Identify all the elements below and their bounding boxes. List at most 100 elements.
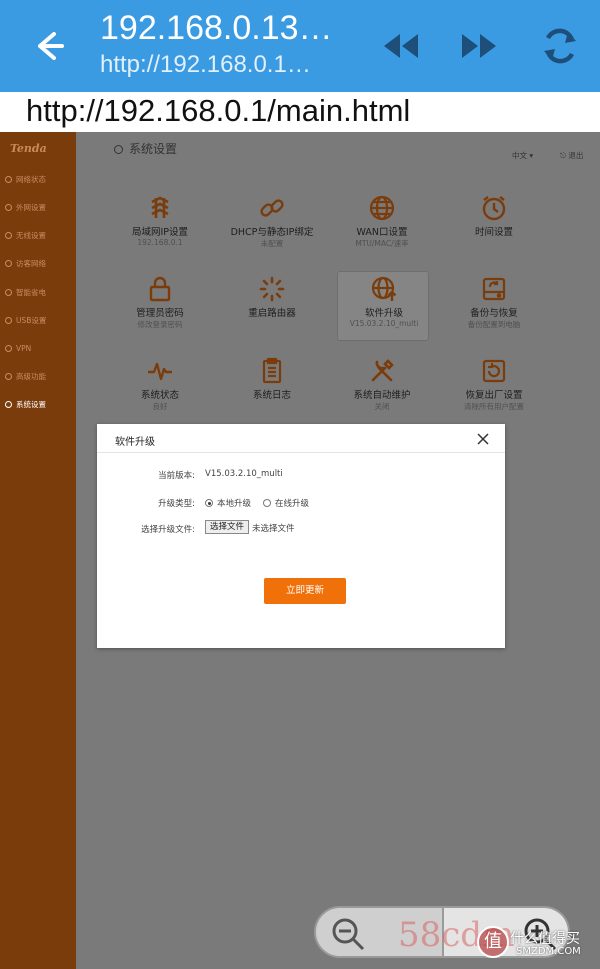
radio-online-upgrade[interactable]: 在线升级 <box>263 497 309 509</box>
factory-reset-icon <box>482 359 506 383</box>
backup-icon <box>482 277 506 301</box>
sidebar-item-label: VPN <box>16 344 32 353</box>
dialog-divider <box>97 452 505 453</box>
sidebar-item-system[interactable]: 系统设置 <box>5 396 75 414</box>
logout-link[interactable]: ⎋ 退出 <box>560 150 583 161</box>
tools-icon <box>371 359 394 382</box>
sidebar-item-label: 系统设置 <box>16 400 46 409</box>
arrow-left-icon[interactable] <box>28 26 68 66</box>
sidebar-item-label: 高级功能 <box>16 372 46 381</box>
tile-factory-reset[interactable]: 恢复出厂设置 清除所有用户配置 <box>444 357 544 429</box>
sidebar-item-label: 访客网络 <box>16 259 46 268</box>
network-ip-icon <box>151 196 169 218</box>
browser-toolbar: 192.168.0.13… http://192.168.0.1… <box>0 0 600 92</box>
tile-sublabel: MTU/MAC/速率 <box>355 239 409 248</box>
tile-label: 备份与恢复 <box>470 308 518 319</box>
tile-label: 系统自动维护 <box>353 390 411 401</box>
radio-checked-icon <box>205 499 213 507</box>
tile-reboot[interactable]: 重启路由器 <box>222 275 322 347</box>
tile-time[interactable]: 时间设置 <box>444 194 544 266</box>
sidebar-item-label: USB设置 <box>16 316 47 325</box>
wifi-icon <box>5 232 12 239</box>
tile-lan-ip[interactable]: 局域网IP设置 192.168.0.1 <box>110 194 210 266</box>
tile-sublabel: 良好 <box>152 402 168 411</box>
reboot-icon <box>259 276 285 302</box>
tile-label: 系统日志 <box>252 390 291 401</box>
wrench-icon <box>5 373 12 380</box>
link-icon <box>260 199 284 217</box>
tile-sublabel: V15.03.2.10_multi <box>349 319 419 328</box>
guest-icon <box>5 260 12 267</box>
watermark-smzdm: 什么值得买 <box>510 931 580 947</box>
clock-icon <box>482 196 506 221</box>
url-bar[interactable]: http://192.168.0.1/main.html <box>0 92 600 132</box>
close-icon[interactable] <box>475 431 491 447</box>
sidebar-item-label: 网络状态 <box>16 175 46 184</box>
sidebar-item-advanced[interactable]: 高级功能 <box>5 368 75 386</box>
tile-label: 软件升级 <box>364 308 403 319</box>
sidebar-item-guest[interactable]: 访客网络 <box>5 255 75 273</box>
upgrade-type-label: 升级类型: <box>158 499 195 509</box>
sidebar-item-label: 智能省电 <box>16 288 46 297</box>
watermark-smzdm-url: SMZDM.COM <box>516 946 581 957</box>
dialog-title: 软件升级 <box>115 437 155 448</box>
radio-label: 本地升级 <box>217 499 252 509</box>
tile-dhcp[interactable]: DHCP与静态IP绑定 未配置 <box>222 194 322 266</box>
tile-sublabel: 清除所有用户配置 <box>464 402 524 411</box>
content-header: 系统设置 <box>114 140 177 157</box>
radio-label: 在线升级 <box>275 499 310 509</box>
chevron-down-icon: ▾ <box>529 151 534 160</box>
sidebar-item-network-status[interactable]: 网络状态 <box>5 171 75 189</box>
zoom-out-icon <box>332 918 365 951</box>
log-icon <box>262 357 282 384</box>
tile-label: 恢复出厂设置 <box>465 390 523 401</box>
refresh-icon[interactable] <box>538 24 582 68</box>
sidebar: Tenda 网络状态 外网设置 无线设置 访客网络 智能省电 USB设置 VPN… <box>0 132 76 969</box>
sidebar-item-wan[interactable]: 外网设置 <box>5 199 75 217</box>
sidebar-item-label: 无线设置 <box>16 231 46 240</box>
sidebar-item-usb[interactable]: USB设置 <box>5 312 75 330</box>
tile-auto-maintenance[interactable]: 系统自动维护 关闭 <box>332 357 432 429</box>
tile-sublabel: 192.168.0.1 <box>137 238 183 247</box>
tile-backup-restore[interactable]: 备份与恢复 备份配置到电脑 <box>444 275 544 347</box>
fast-forward-icon[interactable] <box>458 28 500 64</box>
upgrade-icon <box>371 276 397 301</box>
gear-icon <box>114 145 123 154</box>
firmware-upgrade-dialog: 软件升级 当前版本: V15.03.2.10_multi 升级类型: 本地升级 … <box>97 424 505 648</box>
file-select-label: 选择升级文件: <box>141 525 195 535</box>
current-version-label: 当前版本: <box>158 471 195 481</box>
radio-unchecked-icon <box>263 499 271 507</box>
sidebar-item-label: 外网设置 <box>16 203 46 212</box>
content-title: 系统设置 <box>129 142 178 156</box>
tile-label: 时间设置 <box>474 227 513 238</box>
tile-system-status[interactable]: 系统状态 良好 <box>110 357 210 429</box>
tile-admin-password[interactable]: 管理员密码 修改登录密码 <box>110 275 210 347</box>
rewind-icon[interactable] <box>380 28 422 64</box>
tile-system-log[interactable]: 系统日志 <box>222 357 322 429</box>
gear-icon <box>5 401 12 408</box>
radio-local-upgrade[interactable]: 本地升级 <box>205 497 251 509</box>
sidebar-item-vpn[interactable]: VPN <box>5 340 75 358</box>
sidebar-item-wireless[interactable]: 无线设置 <box>5 227 75 245</box>
sidebar-item-power-saving[interactable]: 智能省电 <box>5 284 75 302</box>
language-select[interactable]: 中文 ▾ <box>512 150 533 161</box>
tile-wan[interactable]: WAN口设置 MTU/MAC/速率 <box>332 194 432 266</box>
network-status-icon <box>5 176 12 183</box>
tile-label: 管理员密码 <box>136 308 184 319</box>
tile-sublabel: 未配置 <box>260 239 284 248</box>
file-status: 未选择文件 <box>252 524 295 534</box>
page-title-block: 192.168.0.13… http://192.168.0.1… <box>100 8 370 82</box>
tile-label: 系统状态 <box>140 390 179 401</box>
usb-icon <box>5 317 12 324</box>
tile-label: 局域网IP设置 <box>131 227 189 238</box>
smzdm-logo-badge: 值 <box>477 926 509 958</box>
choose-file-button[interactable]: 选择文件 <box>205 520 250 534</box>
tile-label: 重启路由器 <box>248 308 296 319</box>
tile-sublabel: 修改登录密码 <box>137 320 183 329</box>
tile-firmware-upgrade[interactable]: 软件升级 V15.03.2.10_multi <box>337 271 429 341</box>
pulse-icon <box>148 362 172 381</box>
language-label: 中文 <box>512 151 527 160</box>
update-now-button[interactable]: 立即更新 <box>264 578 346 604</box>
page-subtitle: http://192.168.0.1… <box>100 51 311 78</box>
page-title: 192.168.0.13… <box>100 9 333 47</box>
